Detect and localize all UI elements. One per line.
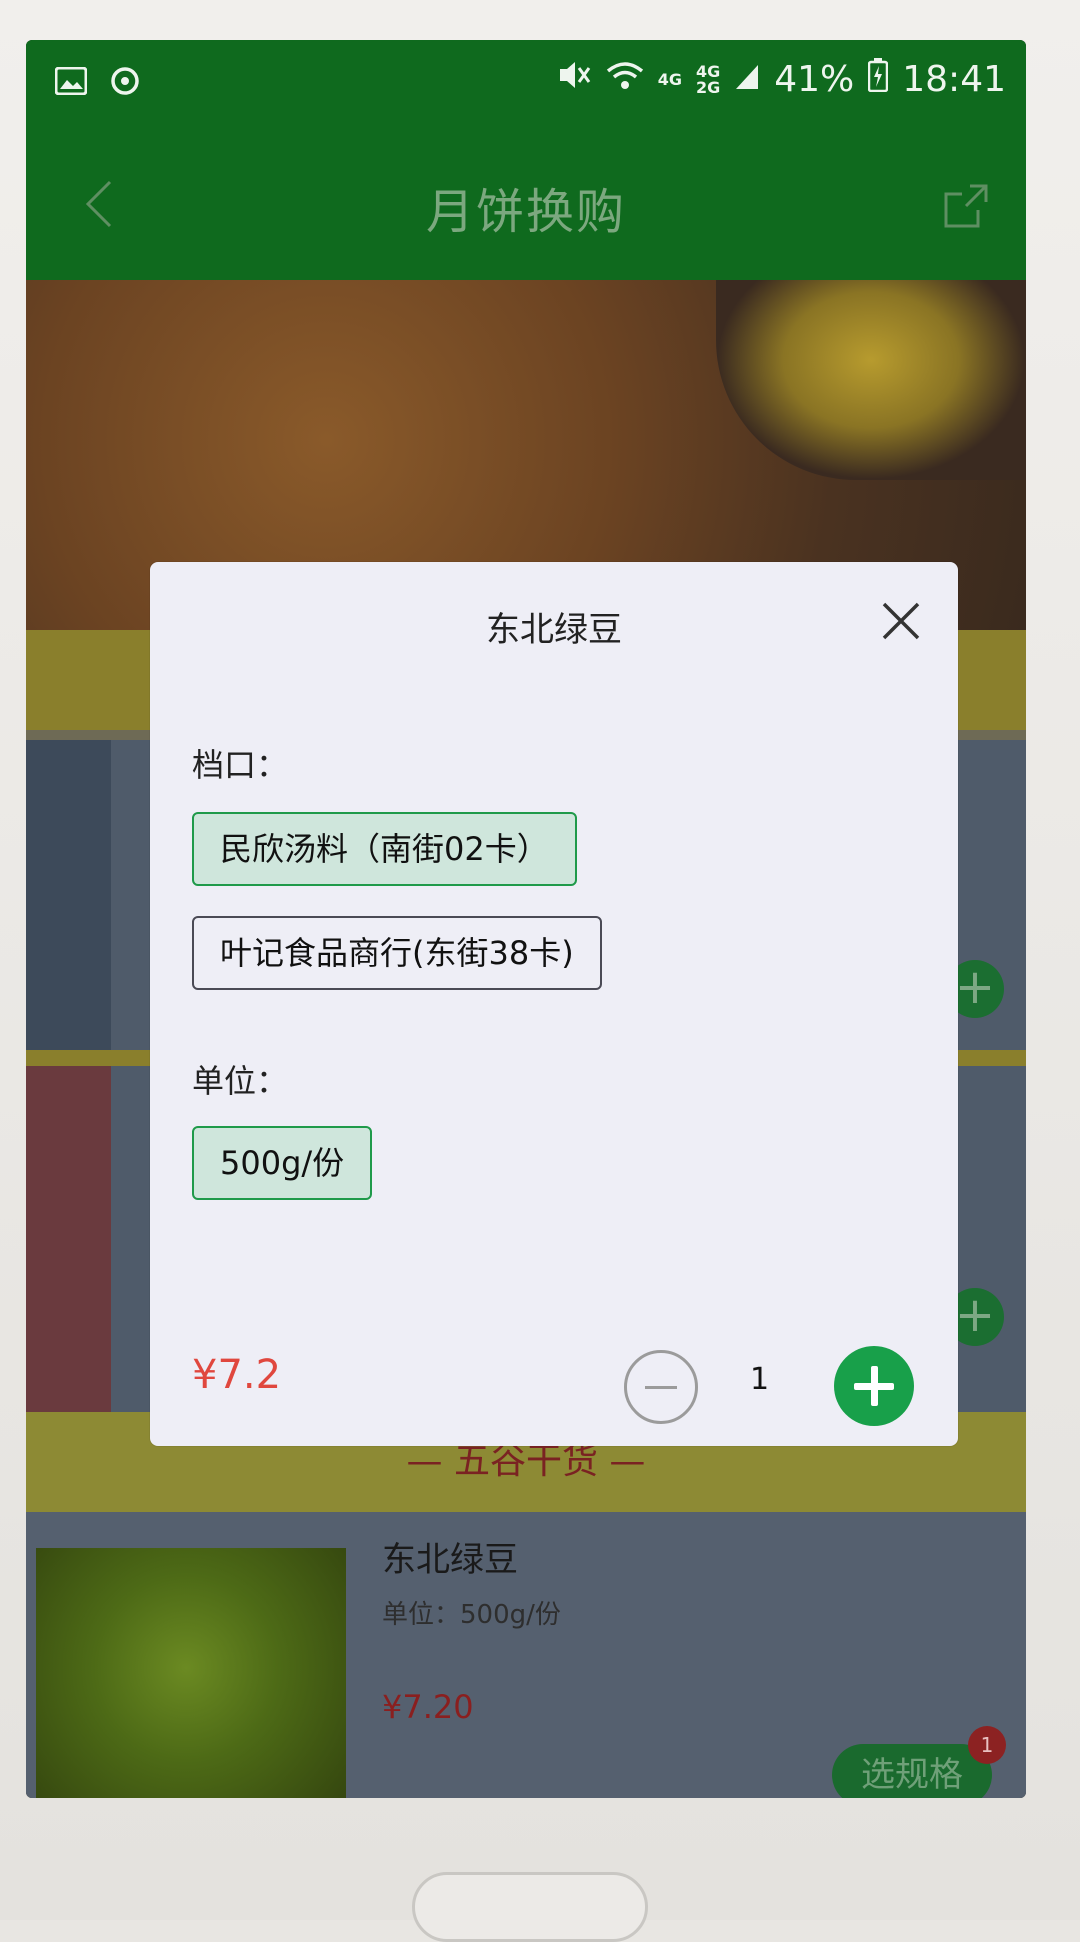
network-type-stack: 4G 2G	[695, 63, 721, 97]
select-spec-button[interactable]: 选规格	[832, 1744, 992, 1798]
item-thumbnail	[26, 1066, 111, 1412]
stall-option-yeji[interactable]: 叶记食品商行(东街38卡)	[192, 916, 602, 990]
product-name: 东北绿豆	[382, 1540, 518, 1580]
spec-select-modal: 东北绿豆 档口： 民欣汤料（南街02卡） 叶记食品商行(东街38卡) 单位： 5…	[150, 562, 958, 1446]
stall-option-minxin[interactable]: 民欣汤料（南街02卡）	[192, 812, 577, 886]
clock: 18:41	[902, 59, 1006, 100]
modal-title: 东北绿豆	[486, 610, 622, 650]
phone-frame: 4G 4G 2G 41% 18:41 月饼换购 + + — 五谷干货 — 东北绿…	[0, 0, 1080, 1942]
mute-icon	[558, 59, 592, 100]
unit-label: 单位：	[192, 1062, 289, 1100]
unit-option-500g[interactable]: 500g/份	[192, 1126, 373, 1200]
battery-icon	[868, 58, 889, 101]
modal-price: ¥7.2	[192, 1352, 282, 1398]
share-icon[interactable]	[942, 182, 990, 230]
signal-icon	[734, 59, 760, 100]
stall-label: 档口：	[192, 746, 289, 784]
status-bar: 4G 4G 2G 41% 18:41	[26, 40, 1026, 124]
mung-bean-image	[36, 1548, 346, 1798]
screen: 4G 4G 2G 41% 18:41 月饼换购 + + — 五谷干货 — 东北绿…	[26, 40, 1026, 1798]
page-title: 月饼换购	[425, 184, 626, 240]
tea-bowl-image	[716, 280, 1026, 480]
product-row[interactable]: 东北绿豆 单位：500g/份 ¥7.20 选规格 1	[26, 1512, 1026, 1798]
decrease-quantity-button[interactable]	[624, 1350, 698, 1424]
sync-notification-icon	[108, 64, 142, 98]
battery-percent: 41%	[774, 59, 855, 100]
close-icon[interactable]	[878, 598, 924, 644]
quantity-value: 1	[750, 1362, 770, 1397]
product-unit: 单位：500g/份	[382, 1600, 561, 1630]
cart-count-badge: 1	[968, 1726, 1006, 1764]
wifi-icon	[606, 59, 644, 100]
network-type: 4G	[657, 69, 682, 89]
item-thumbnail	[26, 740, 111, 1050]
product-price: ¥7.20	[382, 1688, 474, 1726]
network-type-2g: 2G	[695, 77, 721, 97]
image-notification-icon	[54, 64, 88, 98]
increase-quantity-button[interactable]	[834, 1346, 914, 1426]
nav-bar: 月饼换购	[26, 124, 1026, 280]
home-button[interactable]	[412, 1872, 648, 1942]
